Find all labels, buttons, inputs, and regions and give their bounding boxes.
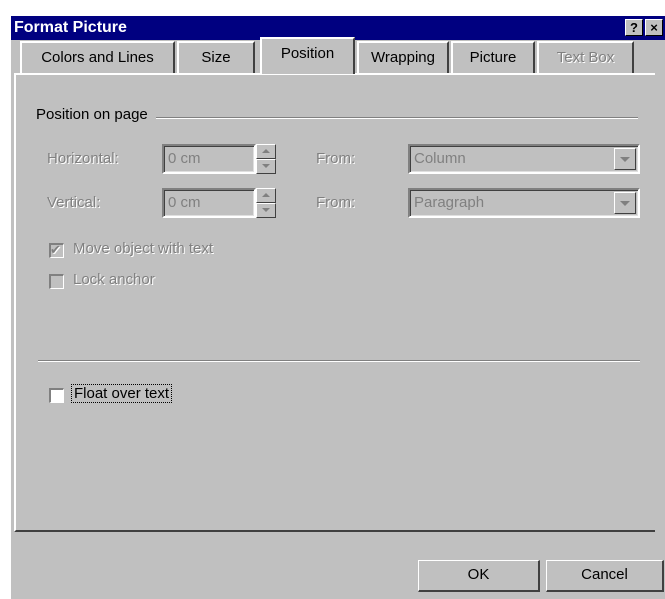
down-arrow-icon [262, 164, 270, 168]
group-divider [156, 117, 638, 119]
separator [38, 360, 640, 362]
float-over-text-label[interactable]: Float over text [71, 384, 173, 403]
horizontal-from-label: From: [316, 150, 356, 167]
down-arrow-icon [262, 208, 270, 212]
horizontal-label: Horizontal: [47, 150, 119, 167]
vertical-from-select[interactable]: Paragraph [408, 188, 640, 218]
lock-anchor-checkbox[interactable] [49, 274, 64, 289]
vertical-from-value: Paragraph [414, 194, 485, 211]
help-button[interactable]: ? [625, 19, 643, 36]
position-on-page-label: Position on page [36, 106, 148, 123]
up-arrow-icon [262, 193, 270, 197]
up-arrow-icon [262, 149, 270, 153]
checkmark-icon: ✔ [50, 242, 61, 257]
float-over-text-checkbox[interactable] [49, 388, 64, 403]
move-with-text-label: Move object with text [73, 240, 214, 257]
vertical-label: Vertical: [47, 194, 101, 211]
vertical-spinner[interactable] [256, 188, 276, 218]
spin-up-button[interactable] [256, 144, 276, 159]
close-button[interactable]: × [645, 19, 663, 36]
spin-down-button[interactable] [256, 159, 276, 174]
spin-up-button[interactable] [256, 188, 276, 203]
tab-picture[interactable]: Picture [451, 41, 535, 73]
vertical-from-label: From: [316, 194, 356, 211]
tab-wrapping[interactable]: Wrapping [357, 41, 449, 73]
move-with-text-checkbox[interactable]: ✔ [49, 242, 64, 258]
horizontal-from-select[interactable]: Column [408, 144, 640, 174]
tab-size[interactable]: Size [177, 41, 255, 73]
tab-colors-and-lines[interactable]: Colors and Lines [20, 41, 175, 73]
tab-panel [14, 73, 655, 532]
spin-down-button[interactable] [256, 203, 276, 218]
vertical-input[interactable]: 0 cm [162, 188, 256, 218]
tab-text-box: Text Box [537, 41, 634, 73]
ok-button[interactable]: OK [418, 560, 540, 592]
window-title: Format Picture [14, 19, 127, 36]
horizontal-input[interactable]: 0 cm [162, 144, 256, 174]
chevron-down-icon [620, 201, 630, 206]
horizontal-from-value: Column [414, 150, 466, 167]
horizontal-spinner[interactable] [256, 144, 276, 174]
dropdown-button[interactable] [614, 192, 636, 214]
cancel-button[interactable]: Cancel [546, 560, 664, 592]
chevron-down-icon [620, 157, 630, 162]
tab-position[interactable]: Position [260, 37, 355, 74]
lock-anchor-label: Lock anchor [73, 271, 155, 288]
dropdown-button[interactable] [614, 148, 636, 170]
